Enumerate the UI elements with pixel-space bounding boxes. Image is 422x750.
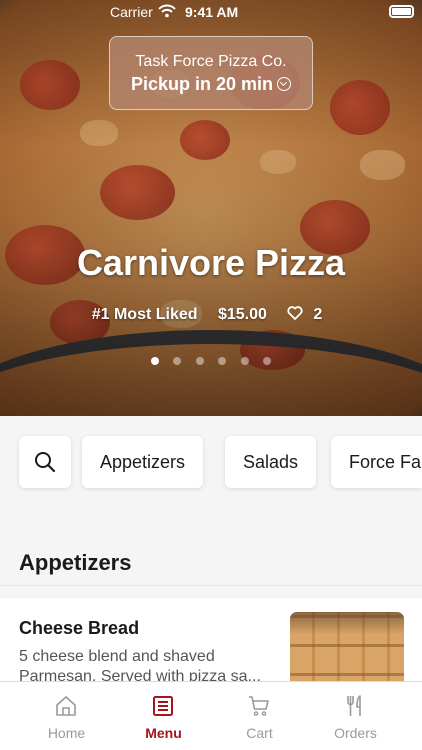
category-chip-label: Appetizers [100,451,186,472]
featured-hero[interactable]: Carrier 9:41 AM Task Force Pizza Co. Pic… [0,0,422,416]
app-screen: Carrier 9:41 AM Task Force Pizza Co. Pic… [0,0,422,750]
tab-menu[interactable]: Menu [115,682,212,750]
featured-price: $15.00 [217,306,267,323]
featured-item-meta: #1 Most Liked $15.00 2 [0,306,422,324]
featured-rank: #1 Most Liked [91,306,198,323]
pickup-time-label: Pickup in 20 min [130,74,274,94]
category-bar: Appetizers Salads Force Fa [0,416,422,508]
section-title: Appetizers [19,550,132,575]
fork-knife-icon [347,695,361,716]
menu-icon [153,696,173,716]
carousel-dot[interactable] [195,357,204,365]
battery-icon [389,5,414,18]
carousel-indicator[interactable] [0,352,422,370]
carousel-dot[interactable] [263,357,272,365]
wifi-icon [158,4,176,18]
tab-orders[interactable]: Orders [307,682,404,750]
pickup-location-selector[interactable]: Task Force Pizza Co. Pickup in 20 min [109,36,313,110]
home-icon [56,696,76,716]
carousel-dot[interactable] [218,357,227,365]
carrier-label: Carrier [110,4,153,20]
carousel-dot[interactable] [240,357,249,365]
chevron-down-icon [277,77,292,91]
tab-label: Menu [145,725,182,741]
search-button[interactable] [19,436,71,488]
tab-label: Orders [334,725,377,741]
tab-bar: Home Menu Cart Orders [0,681,422,750]
tab-cart[interactable]: Cart [211,682,308,750]
featured-item-title: Carnivore Pizza [76,242,346,283]
heart-icon [287,306,303,320]
menu-item-card[interactable]: Cheese Bread 5 cheese blend and shaved P… [0,598,422,702]
clock: 9:41 AM [185,4,239,20]
like-button[interactable]: 2 [287,306,330,323]
category-chip[interactable]: Salads [225,436,317,488]
tab-label: Home [47,725,86,741]
like-count: 2 [313,306,323,323]
section-header: Appetizers [0,536,422,586]
category-chip-label: Force Fa [349,451,422,472]
search-icon [35,452,56,473]
menu-item-name: Cheese Bread [19,618,140,638]
category-chip[interactable]: Appetizers [82,436,204,488]
carousel-dot[interactable] [150,357,159,365]
pickup-time: Pickup in 20 min [110,74,312,95]
store-name: Task Force Pizza Co. [135,53,287,70]
cart-icon [249,696,269,716]
tab-home[interactable]: Home [18,682,115,750]
category-chip[interactable]: Force Fa [331,436,422,488]
category-chip-label: Salads [243,451,299,472]
status-bar: Carrier 9:41 AM [0,0,422,24]
carousel-dot[interactable] [173,357,182,365]
tab-label: Cart [246,725,273,741]
